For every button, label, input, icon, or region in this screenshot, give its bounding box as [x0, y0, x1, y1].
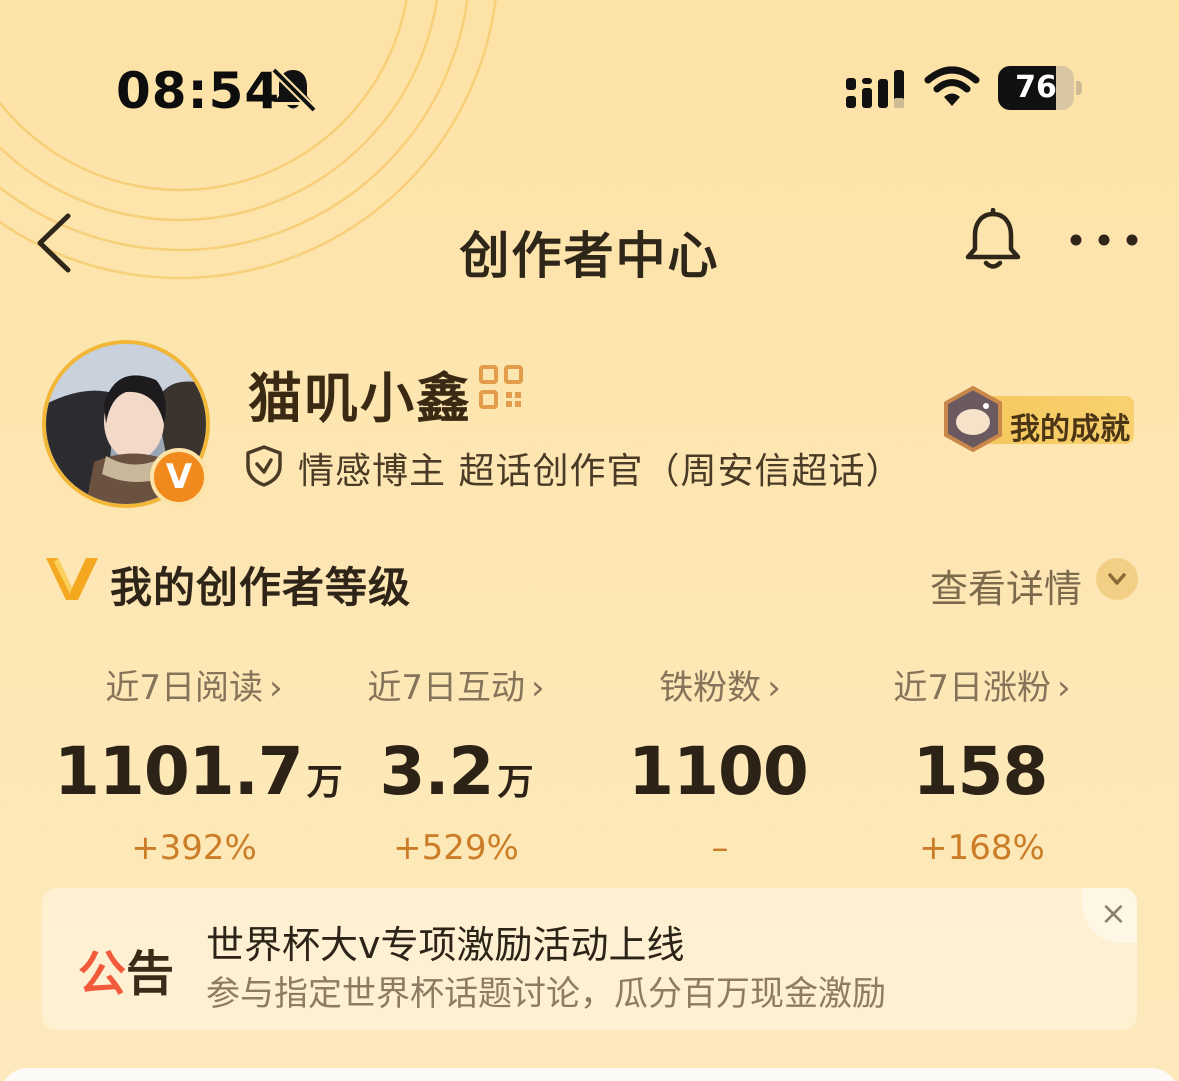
creator-level-v-icon	[46, 558, 98, 600]
chevron-right-icon: ›	[1057, 668, 1071, 708]
stat-iron-fans[interactable]: 铁粉数 › 1100 –	[580, 660, 860, 868]
achievement-medal-icon	[944, 386, 1002, 452]
announcement-subtitle: 参与指定世界杯话题讨论，瓜分百万现金激励	[206, 974, 886, 1014]
announcement-title: 世界杯大v专项激励活动上线	[206, 923, 685, 967]
stat-label: 近7日互动	[367, 668, 526, 708]
announcement-tag: 公告	[78, 934, 174, 1004]
announcement-tag-first: 公	[78, 946, 127, 1002]
chevron-down-icon[interactable]	[1096, 558, 1138, 600]
view-details-link[interactable]: 查看详情	[930, 558, 1082, 613]
creator-level-title: 我的创作者等级	[110, 563, 412, 612]
more-dots-icon[interactable]	[1064, 222, 1144, 258]
stat-label: 近7日涨粉	[893, 668, 1052, 708]
bell-icon[interactable]	[962, 208, 1024, 272]
profile-bio: 情感博主 超话创作官（周安信超话）	[298, 451, 903, 492]
achievement-label: 我的成就	[1010, 412, 1130, 447]
battery-level: 76	[1015, 70, 1057, 105]
stat-7day-new-fans[interactable]: 近7日涨粉 › 158 +168%	[842, 660, 1122, 868]
qr-code-icon[interactable]	[478, 364, 524, 410]
achievement-button[interactable]: 我的成就	[940, 386, 1136, 452]
bell-slash-icon	[271, 67, 317, 112]
close-icon: ×	[1100, 894, 1127, 932]
announcement-banner[interactable]: 公告 世界杯大v专项激励活动上线 参与指定世界杯话题讨论，瓜分百万现金激励 ×	[42, 888, 1137, 1030]
verified-badge: V	[150, 448, 208, 506]
stat-7day-interactions[interactable]: 近7日互动 › 3.2 万 +529%	[316, 660, 596, 868]
chevron-right-icon: ›	[269, 668, 283, 708]
stat-value: 3.2	[379, 733, 495, 810]
close-button[interactable]: ×	[1082, 888, 1137, 943]
bottom-sheet-edge	[0, 1068, 1179, 1081]
stat-value: 158	[912, 733, 1049, 810]
stat-change: +168%	[919, 828, 1045, 868]
chevron-right-icon: ›	[767, 668, 781, 708]
username: 猫叽小鑫	[248, 367, 472, 430]
chevron-right-icon: ›	[531, 668, 545, 708]
stat-value: 1100	[628, 733, 809, 810]
status-time: 08:54	[116, 62, 281, 120]
stat-label: 铁粉数	[659, 668, 762, 708]
battery-icon: 76	[998, 66, 1082, 110]
verified-badge-letter: V	[165, 457, 193, 497]
stat-7day-reads[interactable]: 近7日阅读 › 1101.7 万 +392%	[54, 660, 343, 868]
shield-check-icon	[246, 445, 282, 487]
stat-value: 1101.7	[54, 733, 304, 810]
stat-change: +392%	[131, 828, 257, 868]
stat-unit: 万	[497, 762, 533, 803]
wifi-icon	[924, 66, 980, 106]
stat-change: –	[711, 828, 729, 868]
announcement-tag-second: 告	[126, 946, 175, 1002]
stat-change: +529%	[393, 828, 519, 868]
cellular-signal-icon	[846, 70, 904, 108]
stat-label: 近7日阅读	[105, 668, 264, 708]
